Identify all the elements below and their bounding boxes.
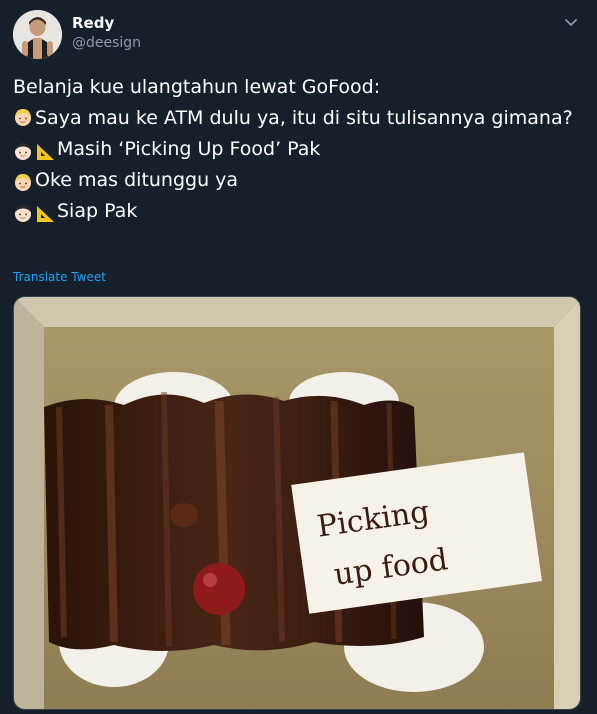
tweet-card: Redy @deesign Belanja kue ulangtahun lew… (0, 0, 597, 714)
blond-person-emoji-icon (13, 106, 33, 126)
tweet-line-text: Siap Pak (57, 200, 138, 222)
chevron-down-icon[interactable] (563, 14, 579, 30)
tweet-line: Siap Pak (13, 196, 583, 227)
triangular-ruler-emoji-icon (35, 202, 55, 222)
person-emoji-icon (13, 140, 33, 160)
tweet-line: Belanja kue ulangtahun lewat GoFood: (13, 72, 583, 103)
author-display-name[interactable]: Redy (72, 14, 141, 32)
tweet-line-text: Masih ‘Picking Up Food’ Pak (57, 138, 321, 160)
person-emoji-icon (13, 202, 33, 222)
blond-person-emoji-icon (13, 171, 33, 191)
tweet-line-text: Saya mau ke ATM dulu ya, itu di situ tul… (35, 107, 573, 129)
translate-tweet-link[interactable]: Translate Tweet (13, 269, 106, 285)
tweet-photo[interactable]: Picking up food (13, 296, 581, 710)
tweet-line: Oke mas ditunggu ya (13, 165, 583, 196)
tweet-line: Masih ‘Picking Up Food’ Pak (13, 134, 583, 165)
triangular-ruler-emoji-icon (35, 140, 55, 160)
tweet-text: Belanja kue ulangtahun lewat GoFood: Say… (13, 72, 583, 227)
tweet-line: Saya mau ke ATM dulu ya, itu di situ tul… (13, 103, 583, 134)
author-block[interactable]: Redy @deesign (72, 14, 141, 53)
tweet-line-text: Belanja kue ulangtahun lewat GoFood: (13, 76, 381, 98)
tweet-line-text: Oke mas ditunggu ya (35, 169, 239, 191)
author-handle[interactable]: @deesign (72, 33, 141, 53)
avatar[interactable] (13, 10, 62, 59)
